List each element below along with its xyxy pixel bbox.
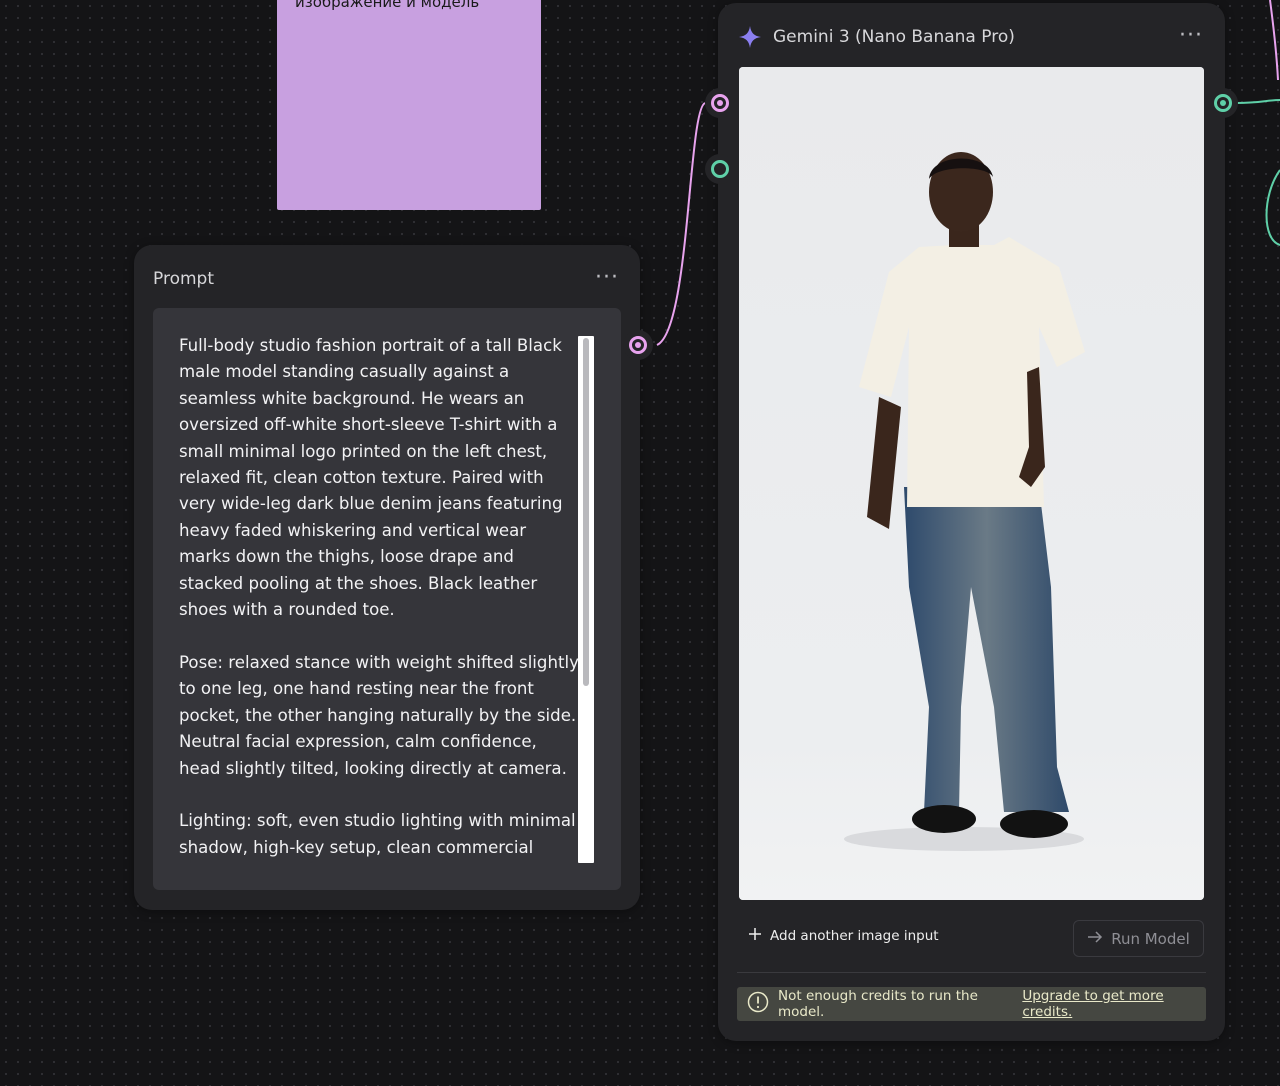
warning-icon bbox=[747, 991, 769, 1017]
prompt-node-menu-button[interactable]: ··· bbox=[595, 267, 619, 289]
prompt-textarea[interactable]: Full-body studio fashion portrait of a t… bbox=[153, 308, 621, 890]
port-dot bbox=[711, 94, 729, 112]
prompt-node-title: Prompt bbox=[153, 269, 214, 289]
prompt-output-port[interactable] bbox=[623, 330, 653, 360]
gemini-node-title: Gemini 3 (Nano Banana Pro) bbox=[773, 27, 1015, 47]
gemini-node-menu-button[interactable]: ··· bbox=[1179, 25, 1203, 47]
wire-output-branch bbox=[1265, 169, 1280, 246]
gemini-image-input-port[interactable] bbox=[705, 154, 735, 184]
plus-icon bbox=[748, 927, 762, 945]
gemini-text-input-port[interactable] bbox=[705, 88, 735, 118]
prompt-scrollbar-thumb[interactable] bbox=[583, 338, 589, 686]
wire-gemini-output bbox=[1235, 99, 1280, 104]
sticky-note-text: изображение и модель bbox=[295, 0, 480, 11]
port-dot bbox=[1214, 94, 1232, 112]
sparkle-icon bbox=[738, 25, 762, 53]
run-model-label: Run Model bbox=[1111, 929, 1190, 948]
gemini-output-port[interactable] bbox=[1208, 88, 1238, 118]
add-image-input-button[interactable]: Add another image input bbox=[748, 927, 939, 945]
port-dot bbox=[711, 160, 729, 178]
arrow-right-icon bbox=[1087, 930, 1103, 948]
model-photo bbox=[739, 67, 1204, 900]
generated-image[interactable] bbox=[739, 67, 1204, 900]
wire-top-right bbox=[1269, 0, 1279, 81]
warning-text: Not enough credits to run the model. bbox=[778, 988, 978, 1020]
gemini-node[interactable]: Gemini 3 (Nano Banana Pro) ··· Add anoth… bbox=[718, 3, 1225, 1041]
port-dot bbox=[629, 336, 647, 354]
run-model-button[interactable]: Run Model bbox=[1073, 920, 1204, 957]
prompt-text[interactable]: Full-body studio fashion portrait of a t… bbox=[179, 333, 579, 863]
divider bbox=[737, 972, 1206, 973]
upgrade-credits-link[interactable]: Upgrade to get more credits. bbox=[1022, 988, 1206, 1020]
wire-prompt-to-gemini bbox=[656, 102, 706, 346]
sticky-note[interactable]: изображение и модель bbox=[277, 0, 541, 210]
add-image-input-label: Add another image input bbox=[770, 928, 939, 944]
prompt-scrollbar[interactable] bbox=[578, 336, 594, 863]
credits-warning: Not enough credits to run the model. Upg… bbox=[737, 987, 1206, 1021]
prompt-node[interactable]: Prompt ··· Full-body studio fashion port… bbox=[134, 245, 640, 910]
